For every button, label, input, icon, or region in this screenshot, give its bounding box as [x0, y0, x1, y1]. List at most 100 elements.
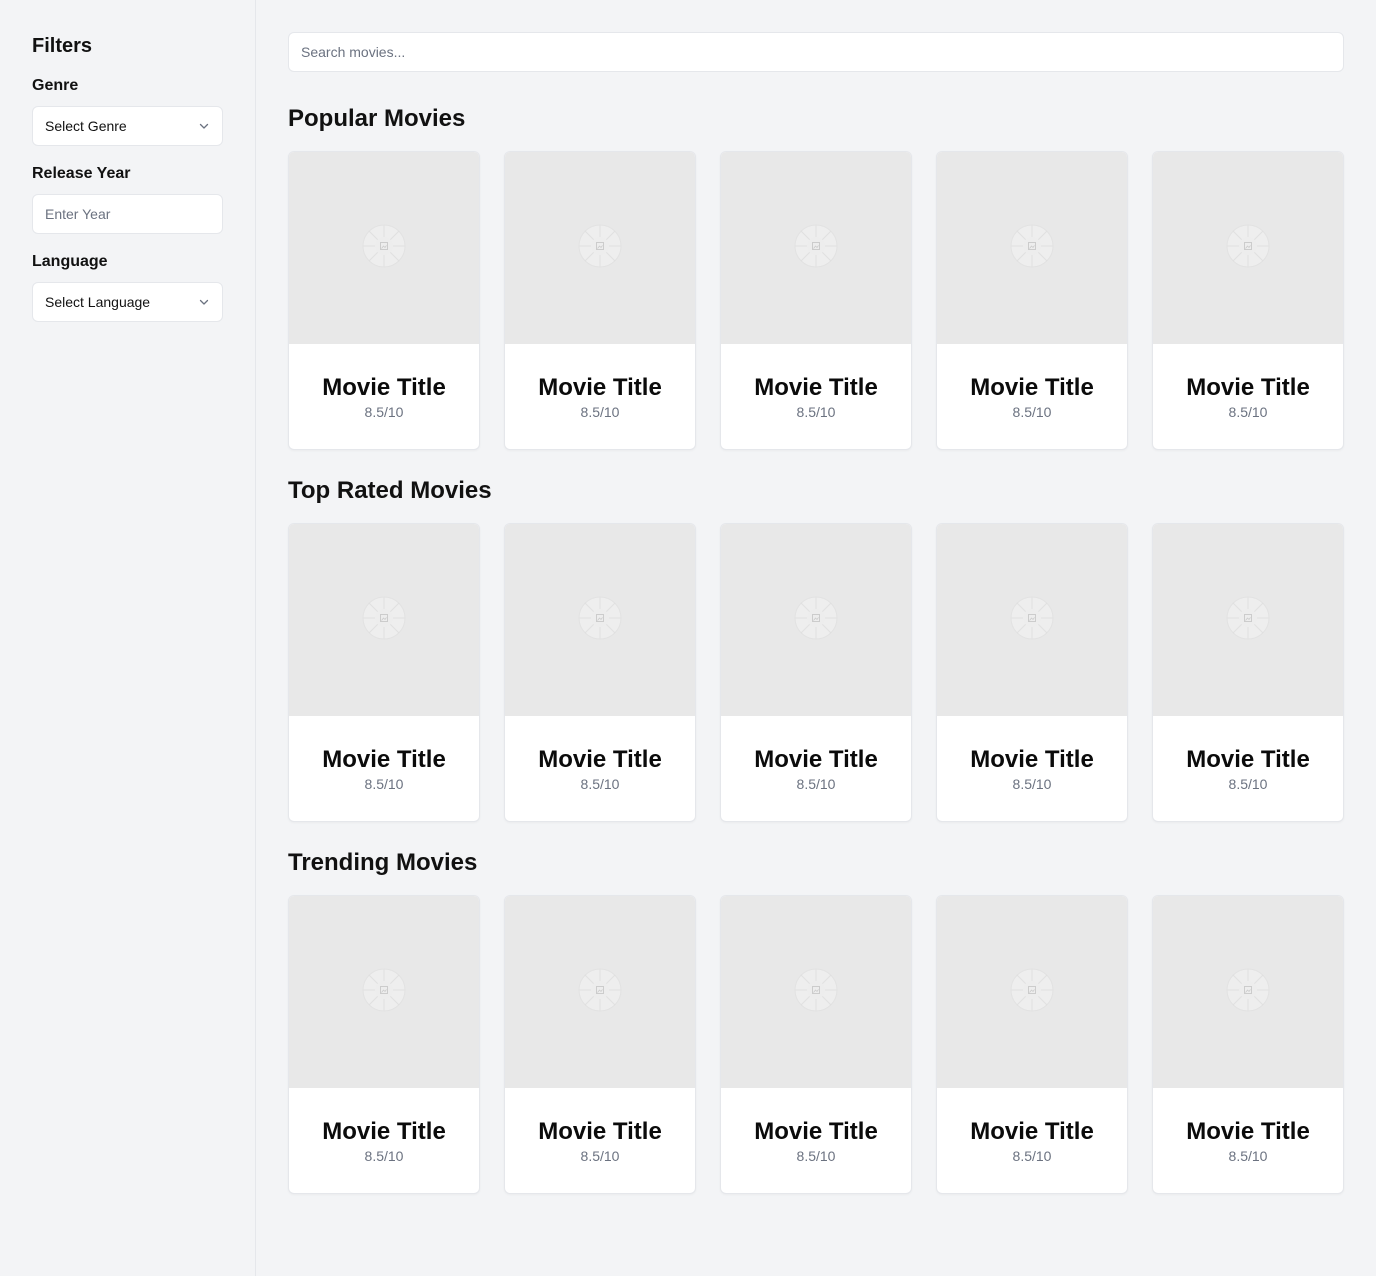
image-placeholder-icon	[578, 968, 622, 1017]
movie-card[interactable]: Movie Title 8.5/10	[504, 151, 696, 450]
movie-title: Movie Title	[538, 1118, 662, 1145]
movie-card-body: Movie Title 8.5/10	[289, 344, 479, 421]
movie-rating: 8.5/10	[1228, 404, 1268, 420]
genre-select-value: Select Genre	[45, 118, 127, 134]
movie-card-row: Movie Title 8.5/10 Movie Title 8.5/10 Mo…	[288, 151, 1344, 450]
genre-select[interactable]: Select Genre	[32, 106, 223, 146]
movie-card-row: Movie Title 8.5/10 Movie Title 8.5/10 Mo…	[288, 523, 1344, 822]
movie-title: Movie Title	[1186, 1118, 1310, 1145]
language-select-value: Select Language	[45, 294, 151, 310]
movie-rating: 8.5/10	[580, 1148, 620, 1164]
movie-rating: 8.5/10	[1228, 1148, 1268, 1164]
genre-label: Genre	[32, 77, 79, 94]
main-content: Popular Movies Movie Tit	[256, 0, 1376, 1276]
movie-title: Movie Title	[322, 746, 446, 773]
movie-card-body: Movie Title 8.5/10	[1153, 716, 1343, 793]
movie-rating: 8.5/10	[580, 404, 620, 420]
movie-rating: 8.5/10	[1012, 1148, 1052, 1164]
movie-poster	[505, 152, 695, 344]
movie-rating: 8.5/10	[364, 1148, 404, 1164]
image-placeholder-icon	[794, 224, 838, 273]
movie-rating: 8.5/10	[364, 404, 404, 420]
chevron-down-icon	[198, 120, 210, 132]
movie-title: Movie Title	[1186, 746, 1310, 773]
movie-card[interactable]: Movie Title 8.5/10	[1152, 151, 1344, 450]
movie-card[interactable]: Movie Title 8.5/10	[936, 895, 1128, 1194]
movie-poster	[937, 896, 1127, 1088]
movie-section: Trending Movies Movie Title 8.5/10 Movie…	[288, 848, 1344, 1194]
movie-card-body: Movie Title 8.5/10	[289, 716, 479, 793]
movie-poster	[505, 524, 695, 716]
movie-card-body: Movie Title 8.5/10	[505, 1088, 695, 1165]
movie-card[interactable]: Movie Title 8.5/10	[504, 895, 696, 1194]
movie-card-body: Movie Title 8.5/10	[289, 1088, 479, 1165]
search-box[interactable]	[288, 32, 1344, 72]
movie-card-body: Movie Title 8.5/10	[937, 716, 1127, 793]
search-input[interactable]	[301, 44, 1331, 60]
release-year-input[interactable]	[45, 206, 210, 222]
movie-card[interactable]: Movie Title 8.5/10	[936, 523, 1128, 822]
movie-card[interactable]: Movie Title 8.5/10	[288, 523, 480, 822]
movie-poster	[721, 524, 911, 716]
image-placeholder-icon	[1226, 224, 1270, 273]
movie-card-body: Movie Title 8.5/10	[505, 344, 695, 421]
movie-rating: 8.5/10	[364, 776, 404, 792]
image-placeholder-icon	[794, 596, 838, 645]
movie-rating: 8.5/10	[796, 404, 836, 420]
movie-card[interactable]: Movie Title 8.5/10	[936, 151, 1128, 450]
movie-card[interactable]: Movie Title 8.5/10	[1152, 895, 1344, 1194]
movie-card-row: Movie Title 8.5/10 Movie Title 8.5/10 Mo…	[288, 895, 1344, 1194]
movie-poster	[289, 152, 479, 344]
chevron-down-icon	[198, 296, 210, 308]
app: Filters Genre Select Genre Release Year …	[0, 0, 1376, 1276]
movie-poster	[1153, 152, 1343, 344]
movie-poster	[721, 896, 911, 1088]
movie-poster	[1153, 896, 1343, 1088]
movie-poster	[289, 524, 479, 716]
image-placeholder-icon	[1010, 224, 1054, 273]
movie-title: Movie Title	[970, 746, 1094, 773]
movie-card[interactable]: Movie Title 8.5/10	[720, 523, 912, 822]
release-year-label: Release Year	[32, 165, 131, 182]
movie-card[interactable]: Movie Title 8.5/10	[1152, 523, 1344, 822]
movie-poster	[937, 152, 1127, 344]
image-placeholder-icon	[578, 224, 622, 273]
movie-title: Movie Title	[754, 746, 878, 773]
section-title: Popular Movies	[288, 105, 466, 132]
movie-title: Movie Title	[754, 1118, 878, 1145]
movie-title: Movie Title	[322, 374, 446, 401]
movie-poster	[289, 896, 479, 1088]
movie-title: Movie Title	[1186, 374, 1310, 401]
language-label: Language	[32, 253, 108, 270]
movie-card[interactable]: Movie Title 8.5/10	[720, 895, 912, 1194]
movie-rating: 8.5/10	[1228, 776, 1268, 792]
movie-card[interactable]: Movie Title 8.5/10	[504, 523, 696, 822]
movie-rating: 8.5/10	[1012, 776, 1052, 792]
image-placeholder-icon	[1010, 596, 1054, 645]
movie-rating: 8.5/10	[796, 1148, 836, 1164]
movie-rating: 8.5/10	[796, 776, 836, 792]
genre-filter: Genre Select Genre	[32, 76, 223, 146]
language-filter: Language Select Language	[32, 252, 223, 322]
movie-card[interactable]: Movie Title 8.5/10	[288, 895, 480, 1194]
movie-card-body: Movie Title 8.5/10	[1153, 344, 1343, 421]
language-select[interactable]: Select Language	[32, 282, 223, 322]
movie-card-body: Movie Title 8.5/10	[505, 716, 695, 793]
release-year-field[interactable]	[32, 194, 223, 234]
section-title: Trending Movies	[288, 849, 478, 876]
movie-sections: Popular Movies Movie Title 8.5/10 Movie …	[288, 104, 1344, 1194]
movie-card-body: Movie Title 8.5/10	[721, 1088, 911, 1165]
movie-title: Movie Title	[538, 746, 662, 773]
image-placeholder-icon	[1226, 968, 1270, 1017]
filters-sidebar: Filters Genre Select Genre Release Year …	[0, 0, 256, 1276]
movie-card[interactable]: Movie Title 8.5/10	[288, 151, 480, 450]
movie-card-body: Movie Title 8.5/10	[1153, 1088, 1343, 1165]
movie-card-body: Movie Title 8.5/10	[937, 344, 1127, 421]
movie-poster	[937, 524, 1127, 716]
movie-card[interactable]: Movie Title 8.5/10	[720, 151, 912, 450]
image-placeholder-icon	[362, 224, 406, 273]
movie-rating: 8.5/10	[580, 776, 620, 792]
movie-poster	[505, 896, 695, 1088]
image-placeholder-icon	[1226, 596, 1270, 645]
movie-card-body: Movie Title 8.5/10	[721, 344, 911, 421]
